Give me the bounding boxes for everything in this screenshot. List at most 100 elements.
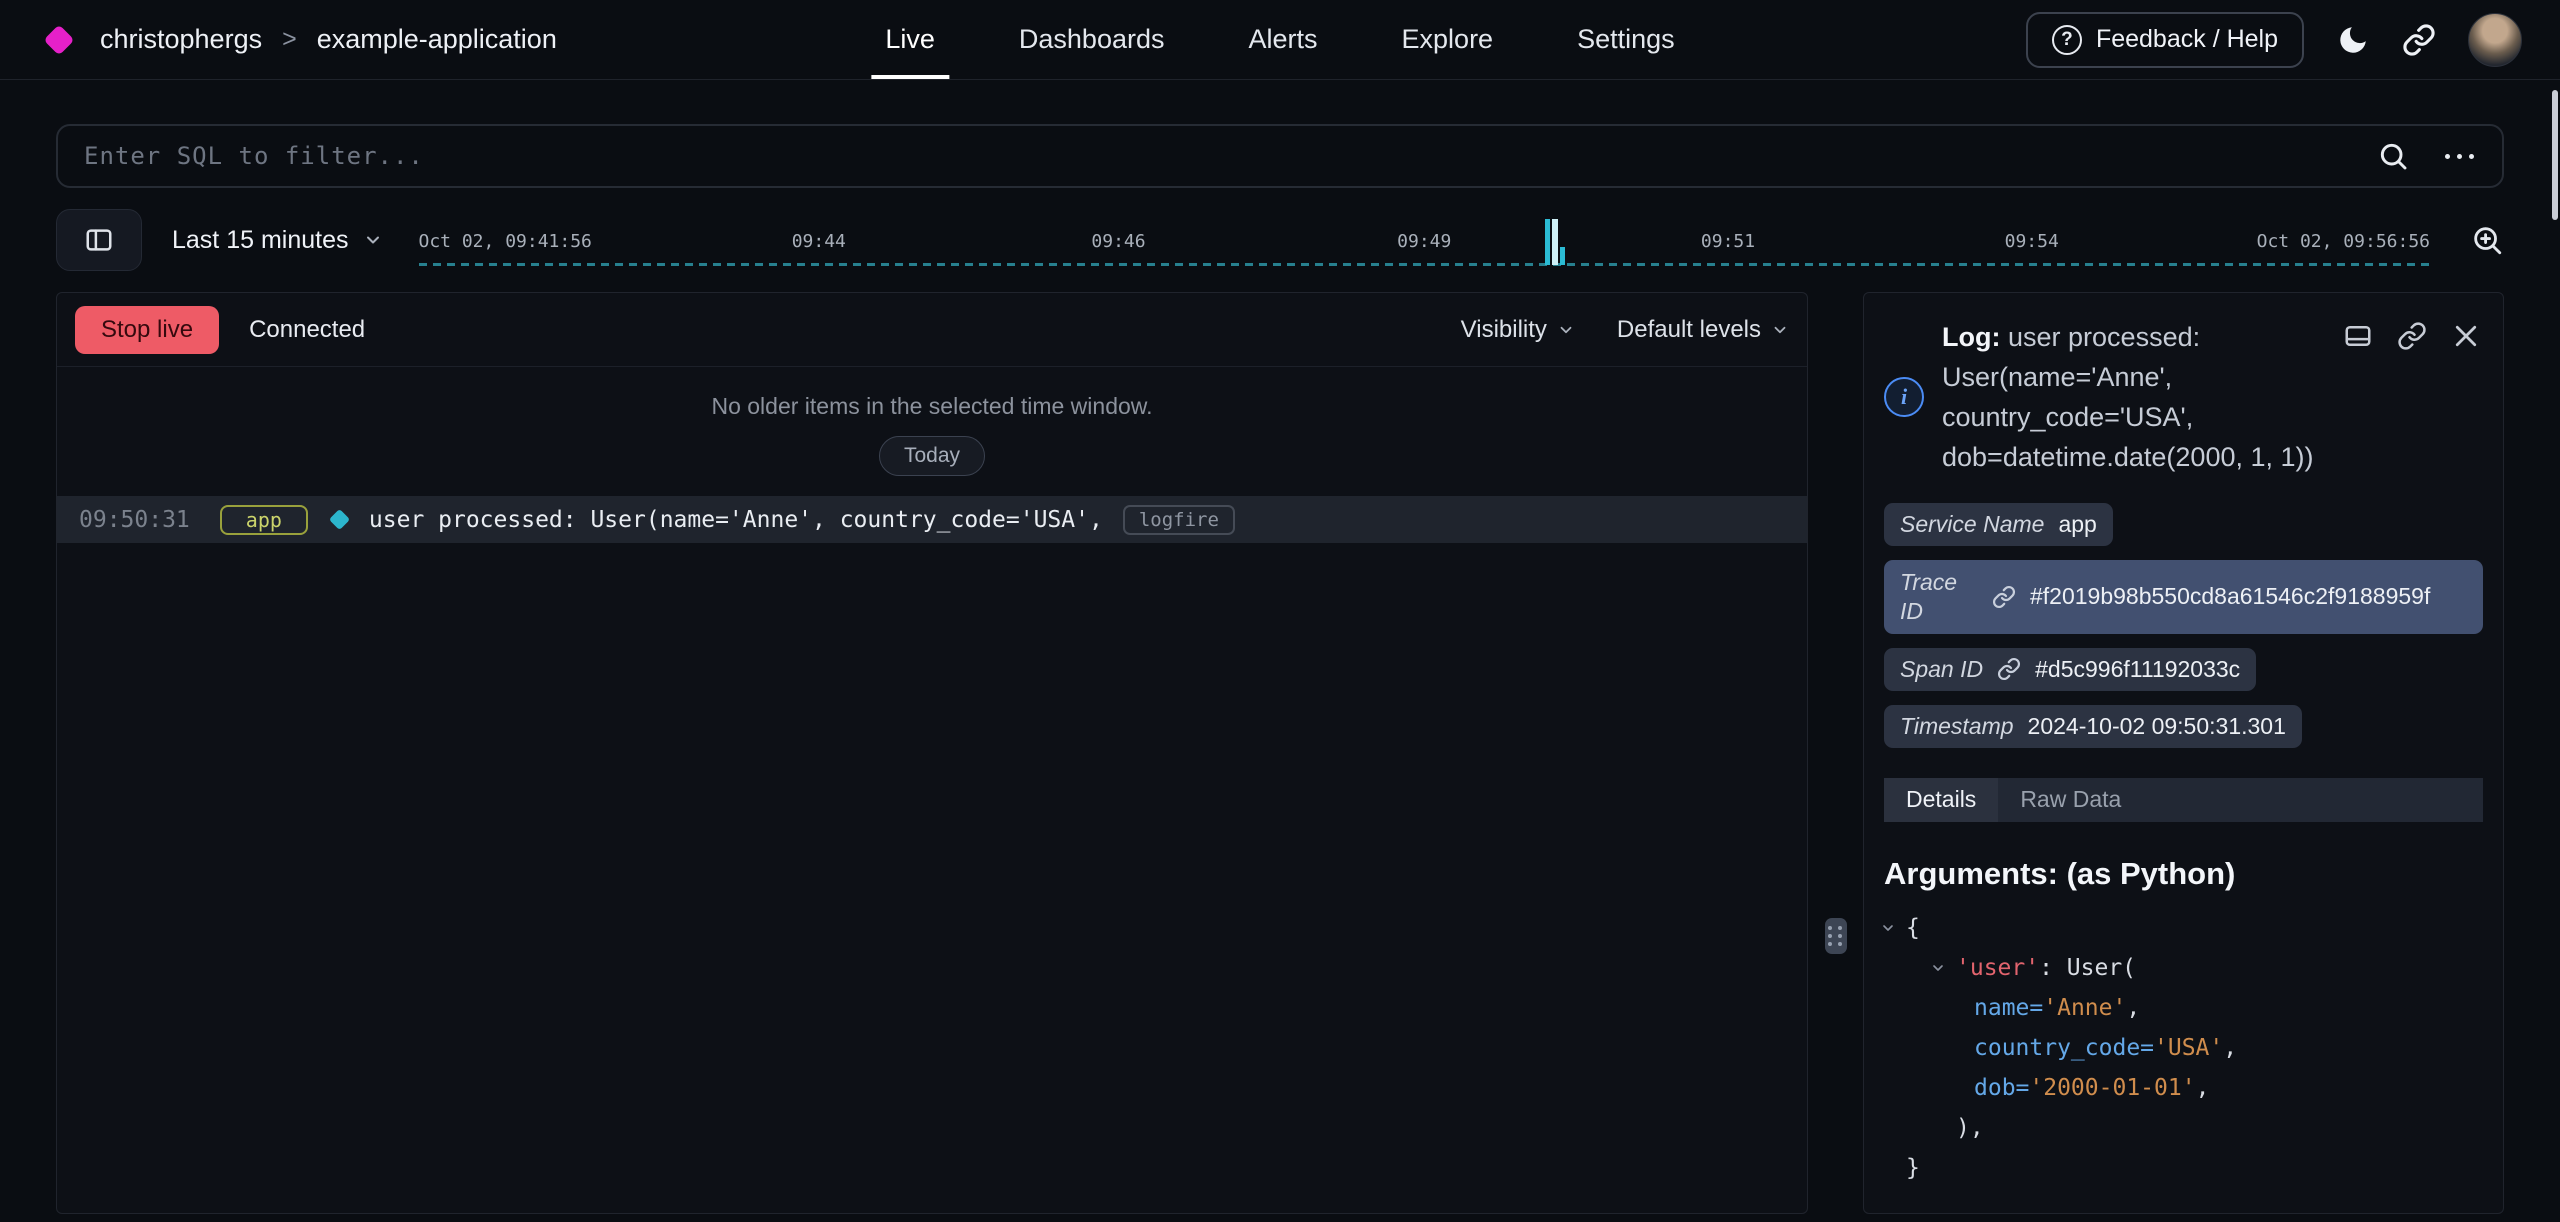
collapse-chevron-icon[interactable] [1880, 920, 1896, 936]
log-message: user processed: User(name='Anne', countr… [369, 507, 1103, 533]
code-token: '2000-01-01' [2029, 1075, 2195, 1101]
visibility-dropdown[interactable]: Visibility [1461, 316, 1575, 344]
code-block: {'user': User(name='Anne',country_code='… [1884, 908, 2483, 1188]
panel-divider [1808, 292, 1863, 1214]
field-row-span-id: Span ID#d5c996f11192033c [1884, 648, 2483, 691]
empty-state-message: No older items in the selected time wind… [57, 393, 1807, 420]
timeline-baseline [419, 263, 2431, 266]
detail-title-prefix: Log: [1942, 322, 2000, 352]
chevron-down-icon [1557, 321, 1575, 339]
field-pill-span-id[interactable]: Span ID#d5c996f11192033c [1884, 648, 2256, 691]
main-content: Stop live Connected Visibility Default l… [56, 292, 2504, 1214]
collapse-chevron-icon[interactable] [1930, 960, 1946, 976]
time-range-selector[interactable]: Last 15 minutes [172, 226, 383, 255]
code-token: country_code= [1974, 1035, 2154, 1061]
field-link [1992, 585, 2016, 609]
feedback-help-button[interactable]: ? Feedback / Help [2026, 12, 2304, 68]
breadcrumb: christophergs > example-application [38, 24, 557, 55]
scope-tag: logfire [1123, 505, 1235, 535]
timeline-tick: 09:54 [2005, 231, 2059, 252]
timeline-tick: 09:44 [792, 231, 846, 252]
connection-status: Connected [249, 316, 365, 344]
timeline-tick: 09:51 [1701, 231, 1755, 252]
link-icon [2397, 321, 2427, 351]
code-token: , [2196, 1075, 2210, 1101]
top-nav: christophergs > example-application Live… [0, 0, 2560, 80]
field-row-service-name: Service Nameapp [1884, 503, 2483, 546]
logfire-logo-icon[interactable] [43, 24, 74, 55]
nav-item-alerts[interactable]: Alerts [1234, 0, 1331, 79]
detail-title: Log: user processed: User(name='Anne', c… [1942, 317, 2342, 477]
code-token: dob= [1974, 1075, 2029, 1101]
field-link [1997, 657, 2021, 681]
dark-mode-toggle[interactable] [2336, 23, 2370, 57]
field-pill-timestamp[interactable]: Timestamp2024-10-02 09:50:31.301 [1884, 705, 2302, 748]
sidebar-toggle-button[interactable] [56, 209, 142, 271]
today-button[interactable]: Today [879, 436, 985, 476]
nav-item-live[interactable]: Live [871, 0, 949, 79]
sql-filter-bar [56, 124, 2504, 188]
field-label: Span ID [1900, 656, 1983, 683]
page-scrollbar[interactable] [2552, 90, 2558, 220]
detail-tabs: DetailsRaw Data [1884, 778, 2483, 822]
code-token: , [2126, 995, 2140, 1021]
sql-filter-input[interactable] [84, 142, 2377, 170]
code-line: name='Anne', [1884, 988, 2483, 1028]
field-pill-trace-id[interactable]: Trace ID#f2019b98b550cd8a61546c2f9188959… [1884, 560, 2483, 634]
default-levels-dropdown[interactable]: Default levels [1617, 316, 1789, 344]
timeline-activity-spike [1545, 219, 1565, 265]
search-icon [2377, 140, 2409, 172]
moon-icon [2336, 23, 2370, 57]
close-detail-button[interactable] [2451, 321, 2481, 351]
nav-right: ? Feedback / Help [2026, 12, 2522, 68]
feedback-help-label: Feedback / Help [2096, 25, 2278, 54]
field-pill-service-name[interactable]: Service Nameapp [1884, 503, 2113, 546]
code-line: 'user': User( [1884, 948, 2483, 988]
field-value: #f2019b98b550cd8a61546c2f9188959f [2030, 583, 2430, 610]
service-tag: app [220, 505, 308, 535]
copy-link-button[interactable] [2397, 321, 2427, 351]
more-options-button[interactable] [2443, 148, 2476, 165]
tab-details[interactable]: Details [1884, 778, 1998, 822]
code-token: 'USA' [2154, 1035, 2223, 1061]
stop-live-button[interactable]: Stop live [75, 306, 219, 354]
search-button[interactable] [2377, 140, 2409, 172]
code-token: , [2223, 1035, 2237, 1061]
field-label: Service Name [1900, 511, 2044, 538]
chevron-down-icon [363, 230, 383, 250]
code-line: } [1884, 1148, 2483, 1188]
log-row[interactable]: 09:50:31 app user processed: User(name='… [57, 496, 1807, 543]
timeline-zoom-button[interactable] [2470, 223, 2504, 257]
sql-filter-actions [2377, 140, 2476, 172]
tab-raw-data[interactable]: Raw Data [1998, 778, 2143, 822]
resize-grip-handle[interactable] [1825, 918, 1847, 954]
field-label: Timestamp [1900, 713, 2014, 740]
code-token: { [1906, 915, 1920, 941]
share-link-button[interactable] [2402, 23, 2436, 57]
breadcrumb-project[interactable]: example-application [317, 24, 557, 55]
user-avatar[interactable] [2468, 13, 2522, 67]
code-token: 'user' [1956, 955, 2039, 981]
dock-panel-button[interactable] [2343, 321, 2373, 351]
nav-item-settings[interactable]: Settings [1563, 0, 1689, 79]
nav-item-dashboards[interactable]: Dashboards [1005, 0, 1179, 79]
timeline-ticks[interactable]: Oct 02, 09:41:5609:4409:4609:4909:5109:5… [419, 204, 2431, 276]
panel-bottom-icon [2343, 321, 2373, 351]
help-circle-icon: ? [2052, 25, 2082, 55]
nav-item-explore[interactable]: Explore [1388, 0, 1508, 79]
detail-panel-actions [2343, 321, 2481, 351]
breadcrumb-org[interactable]: christophergs [100, 24, 262, 55]
detail-fields: Service Nameapp Trace ID#f2019b98b550cd8a… [1884, 503, 2483, 748]
arguments-heading: Arguments: (as Python) [1884, 856, 2483, 892]
code-token: } [1906, 1155, 1920, 1181]
code-line: dob='2000-01-01', [1884, 1068, 2483, 1108]
code-line: ), [1884, 1108, 2483, 1148]
timeline-tick: 09:49 [1397, 231, 1451, 252]
info-level-icon: i [1884, 377, 1924, 417]
field-row-trace-id: Trace ID#f2019b98b550cd8a61546c2f9188959… [1884, 560, 2483, 634]
default-levels-label: Default levels [1617, 316, 1761, 344]
timeline-row: Last 15 minutes Oct 02, 09:41:5609:4409:… [56, 204, 2504, 276]
live-log-panel: Stop live Connected Visibility Default l… [56, 292, 1808, 1214]
code-line: { [1884, 908, 2483, 948]
link-icon [1992, 585, 2016, 609]
